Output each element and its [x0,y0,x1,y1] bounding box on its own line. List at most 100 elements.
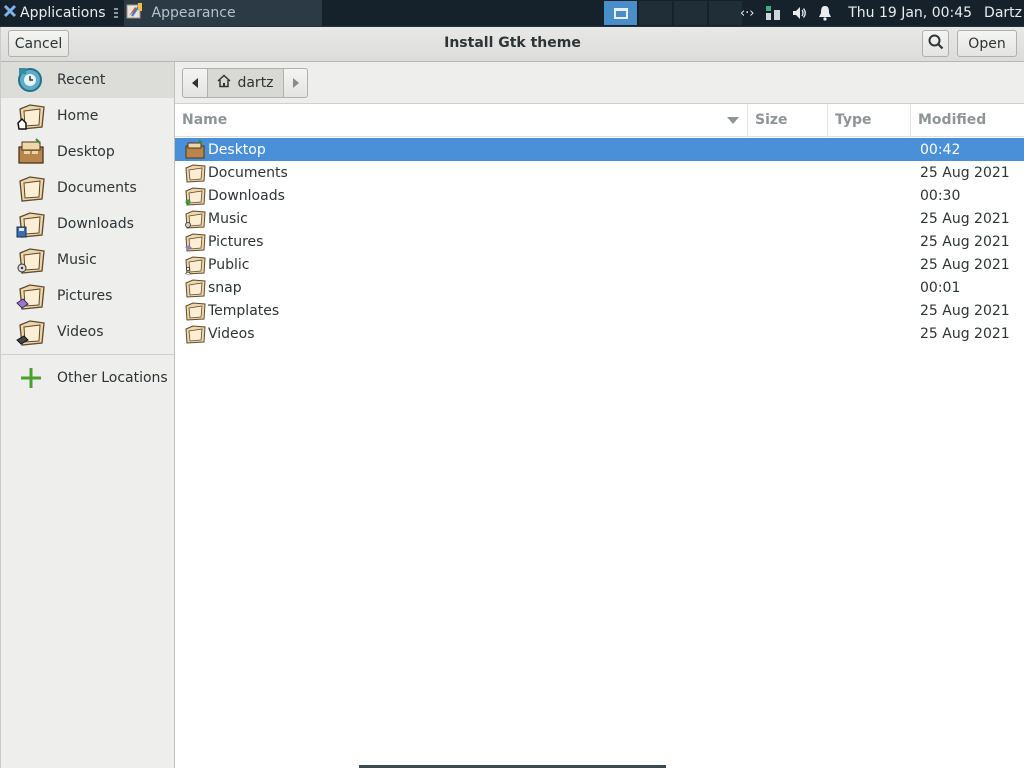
open-button[interactable]: Open [957,30,1017,57]
file-modified: 25 Aug 2021 [920,302,1010,319]
file-modified: 25 Aug 2021 [920,325,1010,342]
file-row-music[interactable]: Music 25 Aug 2021 [175,207,1024,230]
file-name: Documents [208,164,288,181]
column-header-type[interactable]: Type [828,103,911,137]
notification-bell-icon[interactable] [812,0,838,26]
sidebar-item-label: Videos [57,324,104,340]
file-row-downloads[interactable]: Downloads 00:30 [175,184,1024,207]
path-crumb-label: dartz [237,74,274,91]
file-name: Downloads [208,187,285,204]
videos-folder-icon [183,323,207,345]
downloads-folder-icon [183,185,207,207]
top-panel: Applications Appearance ‹·› Thu 19 Jan, … [0,0,1024,26]
sidebar-item-recent[interactable]: Recent [1,62,174,98]
xfce-logo-icon [3,4,17,22]
system-tray: ‹·› Thu 19 Jan, 00:45 Dartz [734,0,1024,26]
desktop-folder-icon [183,139,207,161]
plus-icon [15,362,47,394]
sidebar-item-label: Other Locations [57,370,168,386]
sidebar-item-downloads[interactable]: Downloads [1,206,174,242]
sidebar-item-other-locations[interactable]: Other Locations [1,359,174,397]
taskbar-item-label: Appearance [151,5,236,21]
workspace-2[interactable] [639,1,672,25]
window-miniature-icon [613,7,628,19]
file-modified: 25 Aug 2021 [920,256,1010,273]
cancel-button[interactable]: Cancel [8,30,69,57]
column-header-modified[interactable]: Modified [911,104,1024,137]
path-crumb-home[interactable]: dartz [208,67,284,98]
applications-menu-button[interactable]: Applications [0,0,110,26]
applications-label: Applications [20,5,106,21]
path-forward-button[interactable] [284,67,308,98]
file-modified: 00:30 [920,187,961,204]
sidebar-item-music[interactable]: Music [1,242,174,278]
file-row-public[interactable]: Public 25 Aug 2021 [175,253,1024,276]
sidebar-item-label: Downloads [57,216,134,232]
file-name: Desktop [208,141,266,158]
column-header-name[interactable]: Name [175,103,748,137]
music-folder-icon [15,244,47,276]
pictures-folder-icon [183,231,207,253]
downloads-folder-icon [15,208,47,240]
places-sidebar: Recent Home Desktop Documents Downloads … [1,62,175,768]
user-menu[interactable]: Dartz [984,5,1022,21]
sidebar-item-desktop[interactable]: Desktop [1,134,174,170]
sidebar-item-label: Home [57,108,99,124]
file-row-templates[interactable]: Templates 25 Aug 2021 [175,299,1024,322]
file-row-documents[interactable]: Documents 25 Aug 2021 [175,161,1024,184]
file-name: Pictures [208,233,264,250]
workspace-switcher [604,1,744,25]
pictures-folder-icon [15,280,47,312]
sidebar-item-label: Documents [57,180,137,196]
sidebar-item-home[interactable]: Home [1,98,174,134]
folder-icon [183,162,207,184]
file-row-desktop[interactable]: Desktop 00:42 [175,138,1024,161]
chevron-left-icon [192,77,198,88]
file-modified: 25 Aug 2021 [920,233,1010,250]
workspace-3[interactable] [674,1,707,25]
search-icon [928,34,944,54]
column-header-label: Name [182,112,228,128]
sidebar-item-label: Desktop [57,144,115,160]
volume-icon[interactable] [786,0,812,26]
headerbar: Cancel Install Gtk theme Open [1,27,1024,62]
search-button[interactable] [922,30,949,57]
dialog-title: Install Gtk theme [444,35,581,51]
file-browser: dartz Name Size Type Modified Desktop 00… [175,62,1024,768]
taskbar-item-appearance[interactable]: Appearance [123,0,322,26]
path-bar: dartz [175,62,1024,104]
documents-folder-icon [15,172,47,204]
sort-descending-icon [727,116,739,124]
panel-separator [113,8,118,18]
sidebar-item-label: Pictures [57,288,113,304]
path-back-button[interactable] [182,67,208,98]
sidebar-item-documents[interactable]: Documents [1,170,174,206]
desktop-icon [15,136,47,168]
file-name: Templates [208,302,280,319]
file-name: snap [208,279,242,296]
folder-icon [183,277,207,299]
workspace-1[interactable] [604,1,637,25]
network-status-icon[interactable] [760,0,786,26]
column-header-label: Size [755,112,788,128]
file-row-pictures[interactable]: Pictures 25 Aug 2021 [175,230,1024,253]
file-name: Music [208,210,248,227]
folder-icon [183,300,207,322]
chevron-right-icon [292,77,299,88]
sidebar-item-pictures[interactable]: Pictures [1,278,174,314]
file-row-videos[interactable]: Videos 25 Aug 2021 [175,322,1024,345]
column-headers: Name Size Type Modified [175,103,1024,137]
network-arrows-icon[interactable]: ‹·› [734,0,760,26]
column-header-size[interactable]: Size [748,103,828,137]
public-folder-icon [183,254,207,276]
sidebar-item-videos[interactable]: Videos [1,314,174,350]
clock[interactable]: Thu 19 Jan, 00:45 [848,5,972,21]
column-header-label: Modified [918,112,987,128]
file-modified: 25 Aug 2021 [920,210,1010,227]
file-chooser-dialog: Cancel Install Gtk theme Open Recent Hom… [0,27,1024,768]
recent-icon [15,64,47,96]
file-row-snap[interactable]: snap 00:01 [175,276,1024,299]
file-name: Public [208,256,250,273]
file-modified: 00:42 [920,141,961,158]
sidebar-item-label: Recent [57,72,106,88]
